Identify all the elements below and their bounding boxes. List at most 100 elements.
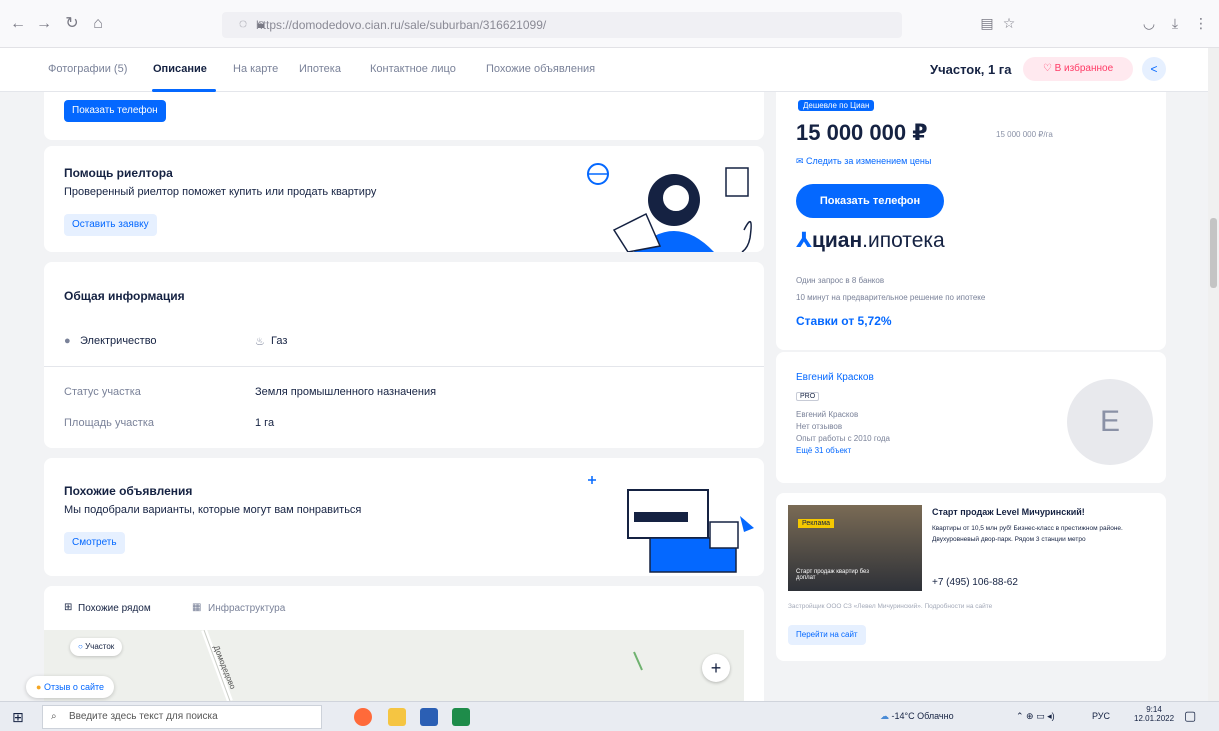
- tray-icons[interactable]: ⌃ ⊕ ▭ ◂): [1016, 711, 1055, 722]
- clock-date: 12.01.2022: [1134, 714, 1175, 723]
- taskbar-search[interactable]: ⌕ Введите здесь текст для поиска: [42, 705, 322, 729]
- forward-icon[interactable]: →: [34, 14, 54, 34]
- agent-name-link[interactable]: Евгений Красков: [796, 372, 874, 383]
- cian-mortgage-logo[interactable]: ⅄циан.ипотека: [796, 228, 945, 253]
- map-card: ⊞ Похожие рядом ▦ Инфраструктура Домодед…: [44, 586, 764, 701]
- excel-icon[interactable]: [452, 708, 470, 726]
- favorite-label: В избранное: [1054, 63, 1114, 74]
- language-indicator[interactable]: РУС: [1092, 711, 1110, 721]
- back-icon[interactable]: ←: [8, 14, 28, 34]
- tab-photos[interactable]: Фотографии (5): [48, 63, 127, 75]
- scrollbar-thumb[interactable]: [1210, 218, 1217, 288]
- agent-line-3: Опыт работы с 2010 года: [796, 434, 890, 443]
- share-icon: <: [1150, 62, 1158, 76]
- download-icon[interactable]: ⤓: [1166, 14, 1184, 32]
- area-value: 1 га: [255, 417, 275, 429]
- pocket-icon[interactable]: ◡: [1140, 14, 1158, 32]
- price-per-unit: 15 000 000 ₽/га: [996, 130, 1053, 139]
- status-value: Земля промышленного назначения: [255, 386, 437, 398]
- tab-description[interactable]: Описание: [153, 63, 207, 75]
- clock[interactable]: 9:14 12.01.2022: [1134, 705, 1174, 723]
- home-icon[interactable]: ⌂: [88, 14, 108, 34]
- reader-icon[interactable]: ▤: [978, 14, 996, 32]
- scrollbar[interactable]: [1208, 48, 1219, 701]
- ad-sticker: Реклама: [798, 519, 835, 528]
- contact-card: Показать телефон: [44, 92, 764, 140]
- price-card: Дешевле по Циан 15 000 000 ₽ 15 000 000 …: [776, 92, 1166, 350]
- show-phone-big-button[interactable]: Показать телефон: [796, 184, 944, 218]
- feedback-button[interactable]: ● Отзыв о сайте: [26, 676, 115, 698]
- avatar: E: [1067, 379, 1153, 465]
- view-similar-button[interactable]: Смотреть: [64, 532, 125, 554]
- favorite-button[interactable]: ♡ В избранное: [1023, 57, 1133, 81]
- ad-text: Квартиры от 10,5 млн руб! Бизнес-класс в…: [932, 525, 1123, 543]
- firefox-icon[interactable]: [354, 708, 372, 726]
- infrastructure-icon: ▦: [192, 602, 202, 613]
- tab-map[interactable]: На карте: [233, 63, 278, 75]
- ad-image[interactable]: Реклама Старт продаж квартир без доплат: [788, 505, 922, 591]
- share-button[interactable]: <: [1142, 57, 1166, 81]
- ad-card: Реклама Старт продаж квартир без доплат …: [776, 493, 1166, 661]
- divider: [44, 366, 764, 367]
- status-label: Статус участка: [64, 386, 141, 398]
- shield-icon[interactable]: ◌: [234, 14, 252, 32]
- word-icon[interactable]: [420, 708, 438, 726]
- price: 15 000 000 ₽: [796, 120, 928, 145]
- zoom-in-button[interactable]: +: [702, 654, 730, 682]
- realtor-text: Проверенный риелтор поможет купить или п…: [64, 186, 377, 198]
- extension-icon[interactable]: ⋮: [1192, 14, 1210, 32]
- logo-sub: .ипотека: [862, 229, 945, 252]
- amenity-electricity: Электричество: [80, 335, 157, 347]
- amenity-gas: Газ: [271, 335, 288, 347]
- windows-start-icon[interactable]: ⊞: [12, 709, 24, 726]
- realtor-illustration: [587, 163, 752, 252]
- map-pin-label[interactable]: ○ Участок: [70, 638, 123, 656]
- map-tab-infrastructure[interactable]: Инфраструктура: [208, 603, 285, 614]
- browser-toolbar: ← → ↻ ⌂ https://domodedovo.cian.ru/sale/…: [0, 0, 1219, 48]
- gas-icon: ♨: [255, 336, 265, 348]
- similar-card: Похожие объявления Мы подобрали варианты…: [44, 458, 764, 576]
- clock-time: 9:14: [1146, 705, 1162, 714]
- search-icon: ⌕: [51, 711, 57, 722]
- heart-icon: ♡: [1042, 63, 1055, 74]
- cheaper-badge: Дешевле по Циан: [798, 100, 875, 111]
- feedback-icon: ●: [36, 682, 44, 692]
- tab-similar[interactable]: Похожие объявления: [486, 63, 595, 75]
- agent-line-2: Нет отзывов: [796, 422, 843, 431]
- tab-mortgage[interactable]: Ипотека: [299, 63, 341, 75]
- ad-title[interactable]: Старт продаж Level Мичуринский!: [932, 507, 1085, 517]
- bookmark-star-icon[interactable]: ☆: [1000, 14, 1018, 32]
- general-info-card: Общая информация ● Электричество ♨ Газ С…: [44, 262, 764, 448]
- tab-contact[interactable]: Контактное лицо: [370, 63, 456, 75]
- pin-text: Участок: [85, 642, 115, 651]
- track-price-link[interactable]: ✉ Следить за изменением цены: [796, 156, 931, 167]
- explorer-icon[interactable]: [388, 708, 406, 726]
- agent-card: Евгений Красков PRO Евгений Красков Нет …: [776, 352, 1166, 483]
- realtor-card: Помощь риелтора Проверенный риелтор помо…: [44, 146, 764, 252]
- show-phone-button[interactable]: Показать телефон: [64, 100, 166, 122]
- mortgage-rate-link[interactable]: Ставки от 5,72%: [796, 314, 892, 328]
- map-roads: [201, 630, 643, 701]
- url-text: https://domodedovo.cian.ru/sale/suburban…: [256, 18, 547, 32]
- grid-icon: ⊞: [64, 602, 73, 613]
- mail-icon: ✉: [796, 156, 807, 166]
- mortgage-line-1: Один запрос в 8 банков: [796, 276, 885, 285]
- map-tab-nearby[interactable]: Похожие рядом: [78, 603, 151, 614]
- reload-icon[interactable]: ↻: [62, 14, 82, 34]
- mortgage-line-2: 10 минут на предварительное решение по и…: [796, 293, 986, 302]
- weather-widget[interactable]: ☁ -14°C Облачно: [880, 711, 954, 722]
- realtor-title: Помощь риелтора: [64, 166, 173, 180]
- ad-go-to-site-button[interactable]: Перейти на сайт: [788, 625, 866, 645]
- address-bar[interactable]: https://domodedovo.cian.ru/sale/suburban…: [222, 12, 902, 38]
- leave-request-button[interactable]: Оставить заявку: [64, 214, 157, 236]
- similar-text: Мы подобрали варианты, которые могут вам…: [64, 504, 362, 516]
- notifications-icon[interactable]: ▢: [1184, 708, 1196, 724]
- general-info-title: Общая информация: [64, 289, 185, 303]
- taskbar: ⊞ ⌕ Введите здесь текст для поиска ☁ -14…: [0, 701, 1219, 731]
- map-view[interactable]: Домодедово ○ Участок +: [44, 630, 744, 701]
- agent-more-link[interactable]: Ещё 31 объект: [796, 446, 851, 455]
- logo-main: циан: [811, 229, 863, 252]
- similar-illustration: [588, 476, 754, 573]
- ad-phone[interactable]: +7 (495) 106-88-62: [932, 577, 1018, 588]
- pin-icon: ○: [78, 642, 86, 651]
